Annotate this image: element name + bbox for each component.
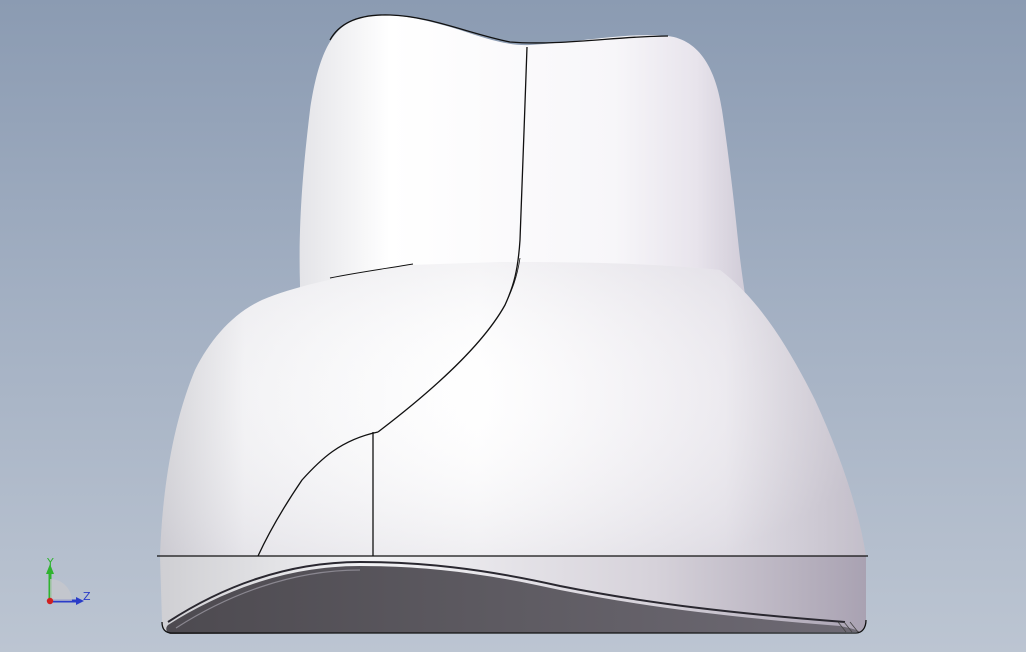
coordinate-triad: Y Z xyxy=(46,556,91,605)
triad-z-label: Z xyxy=(83,590,91,603)
triad-plane-shade xyxy=(50,579,72,601)
graphics-viewport[interactable]: Y Z xyxy=(0,0,1026,652)
triad-origin xyxy=(46,597,54,605)
model-canvas[interactable]: Y Z xyxy=(0,0,1026,652)
triad-y-label: Y xyxy=(46,556,54,569)
